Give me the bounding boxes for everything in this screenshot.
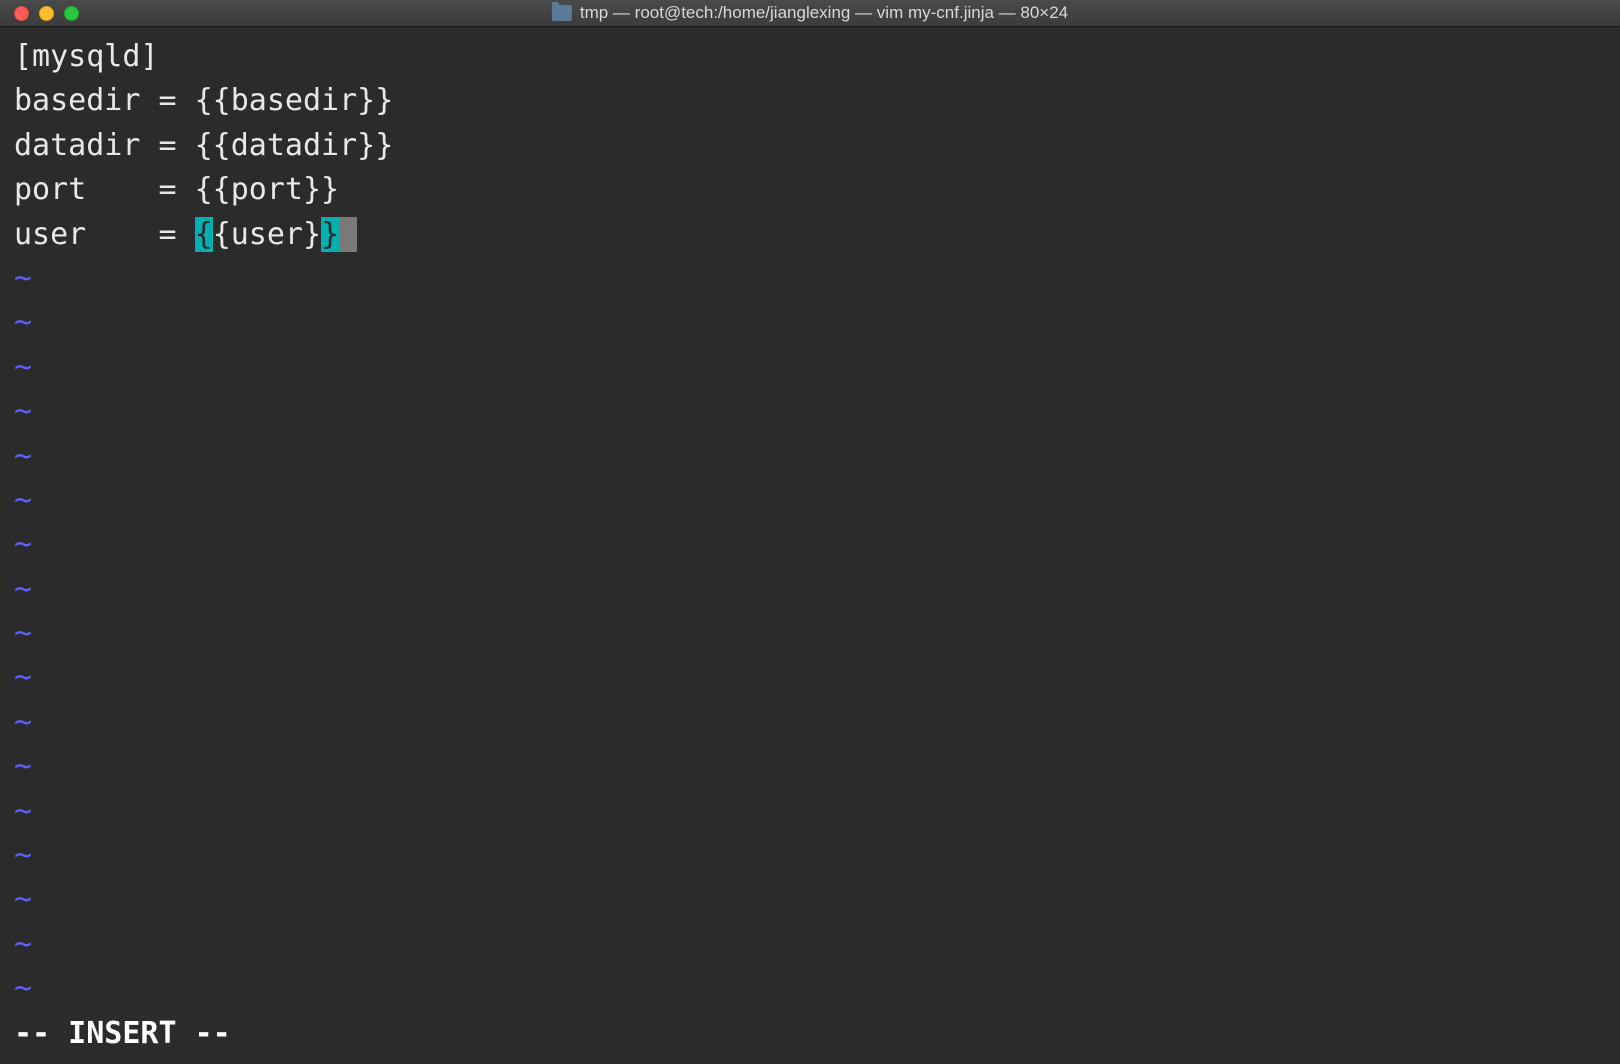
empty-line-tilde: ~ <box>14 612 1606 656</box>
editor-content[interactable]: [mysqld] basedir = {{basedir}} datadir =… <box>14 35 1606 1012</box>
empty-line-tilde: ~ <box>14 656 1606 700</box>
folder-icon <box>552 5 572 21</box>
window-controls <box>14 6 79 21</box>
editor-line: [mysqld] <box>14 35 1606 79</box>
empty-line-tilde: ~ <box>14 390 1606 434</box>
terminal[interactable]: [mysqld] basedir = {{basedir}} datadir =… <box>0 27 1620 1064</box>
cursor-icon <box>339 217 357 252</box>
empty-line-tilde: ~ <box>14 923 1606 967</box>
empty-line-tilde: ~ <box>14 701 1606 745</box>
empty-line-tilde: ~ <box>14 479 1606 523</box>
close-button[interactable] <box>14 6 29 21</box>
empty-line-tilde: ~ <box>14 967 1606 1011</box>
empty-line-tilde: ~ <box>14 523 1606 567</box>
empty-line-tilde: ~ <box>14 568 1606 612</box>
editor-cursor-line: user = {{user}} <box>14 213 1606 257</box>
empty-line-tilde: ~ <box>14 346 1606 390</box>
empty-line-tilde: ~ <box>14 257 1606 301</box>
editor-line: port = {{port}} <box>14 168 1606 212</box>
empty-line-tilde: ~ <box>14 301 1606 345</box>
brace-match-close: } <box>321 217 339 252</box>
window-title: tmp — root@tech:/home/jianglexing — vim … <box>580 3 1068 23</box>
minimize-button[interactable] <box>39 6 54 21</box>
window-title-container: tmp — root@tech:/home/jianglexing — vim … <box>552 3 1068 23</box>
titlebar: tmp — root@tech:/home/jianglexing — vim … <box>0 0 1620 27</box>
empty-line-tilde: ~ <box>14 790 1606 834</box>
empty-line-tilde: ~ <box>14 878 1606 922</box>
brace-match-open: { <box>195 217 213 252</box>
empty-line-tilde: ~ <box>14 435 1606 479</box>
vim-status-line: -- INSERT -- <box>14 1012 1606 1056</box>
editor-line: datadir = {{datadir}} <box>14 124 1606 168</box>
empty-line-tilde: ~ <box>14 834 1606 878</box>
empty-line-tilde: ~ <box>14 745 1606 789</box>
maximize-button[interactable] <box>64 6 79 21</box>
editor-line: basedir = {{basedir}} <box>14 79 1606 123</box>
